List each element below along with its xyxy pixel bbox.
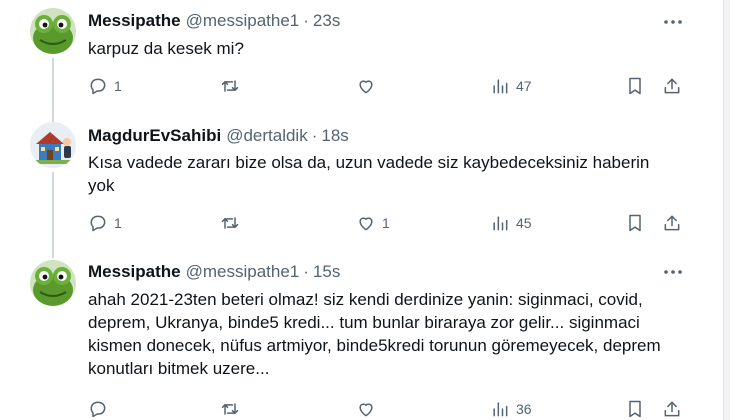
scrollbar-track[interactable] [724, 0, 730, 420]
avatar[interactable] [30, 260, 76, 306]
more-dots-icon[interactable] [662, 262, 684, 282]
heart-icon [359, 217, 373, 231]
more-dots-icon[interactable] [662, 12, 684, 32]
tweet-3[interactable]: Messipathe @messipathe1 · 15s ahah 2021-… [0, 252, 723, 420]
share-button[interactable] [662, 74, 682, 98]
reply-icon [90, 78, 106, 95]
like-button[interactable] [356, 74, 382, 98]
views-count: 47 [516, 78, 532, 94]
tweet-text: ahah 2021-23ten beteri olmaz! siz kendi … [88, 290, 661, 378]
avatar[interactable] [30, 8, 76, 54]
reply-button[interactable] [88, 397, 114, 420]
avatar[interactable] [30, 122, 76, 168]
kermit-avatar-icon [30, 8, 76, 54]
like-count: 1 [382, 215, 390, 231]
timestamp[interactable]: 15s [313, 262, 340, 282]
tweet-text: Kısa vadede zararı bize olsa da, uzun va… [88, 153, 650, 195]
views-chart-icon [493, 216, 508, 231]
share-icon [664, 401, 680, 417]
reply-count: 1 [114, 78, 122, 94]
tweet-1[interactable]: Messipathe @messipathe1 · 23s karpuz da … [0, 0, 723, 112]
retweet-icon [221, 217, 239, 229]
thread-line [52, 58, 54, 112]
share-icon [664, 215, 680, 231]
tweet-actions: 1 47 [88, 74, 688, 98]
reply-button[interactable]: 1 [88, 74, 122, 98]
user-handle[interactable]: @messipathe1 [186, 262, 300, 282]
tweet-actions: 36 [88, 397, 688, 420]
kermit-avatar-icon [30, 260, 76, 306]
bookmark-button[interactable] [625, 211, 645, 235]
timestamp[interactable]: 23s [313, 11, 340, 31]
tweet-actions: 1 1 45 [88, 211, 688, 235]
views-count: 45 [516, 215, 532, 231]
bookmark-button[interactable] [625, 74, 645, 98]
thread-line [52, 112, 54, 122]
thread-line [52, 172, 54, 252]
separator: · [303, 11, 309, 30]
heart-icon [359, 403, 373, 417]
bookmark-icon [629, 214, 641, 232]
bookmark-button[interactable] [625, 397, 645, 420]
tweet-header: MagdurEvSahibi @dertaldik · 18s [88, 126, 349, 146]
views-button[interactable]: 47 [490, 74, 532, 98]
reply-count: 1 [114, 215, 122, 231]
bookmark-icon [629, 77, 641, 95]
tweet-header: Messipathe @messipathe1 · 15s [88, 262, 340, 282]
reply-icon [90, 401, 106, 418]
bookmark-icon [629, 400, 641, 418]
like-button[interactable] [356, 397, 382, 420]
like-button[interactable]: 1 [356, 211, 390, 235]
views-button[interactable]: 36 [490, 397, 532, 420]
retweet-icon [221, 80, 239, 92]
timestamp[interactable]: 18s [321, 126, 348, 146]
separator: · [311, 126, 318, 145]
views-button[interactable]: 45 [490, 211, 532, 235]
user-handle[interactable]: @messipathe1 [186, 11, 300, 31]
share-button[interactable] [662, 397, 682, 420]
reply-button[interactable]: 1 [88, 211, 122, 235]
house-avatar-icon [30, 122, 76, 168]
views-chart-icon [493, 79, 508, 94]
share-button[interactable] [662, 211, 682, 235]
tweet-header: Messipathe @messipathe1 · 23s [88, 11, 340, 31]
retweet-button[interactable] [220, 211, 246, 235]
display-name[interactable]: MagdurEvSahibi [88, 126, 221, 146]
separator: · [303, 262, 309, 281]
share-icon [664, 78, 680, 94]
display-name[interactable]: Messipathe [88, 262, 181, 282]
thread-line [52, 252, 54, 258]
tweet-2[interactable]: MagdurEvSahibi @dertaldik · 18s Kısa vad… [0, 112, 723, 252]
retweet-button[interactable] [220, 74, 246, 98]
display-name[interactable]: Messipathe [88, 11, 181, 31]
views-chart-icon [493, 402, 508, 417]
heart-icon [359, 80, 373, 94]
reply-icon [90, 215, 106, 232]
retweet-button[interactable] [220, 397, 246, 420]
retweet-icon [221, 403, 239, 415]
tweet-text: karpuz da kesek mi? [88, 39, 244, 58]
views-count: 36 [516, 401, 532, 417]
user-handle[interactable]: @dertaldik [226, 126, 308, 146]
